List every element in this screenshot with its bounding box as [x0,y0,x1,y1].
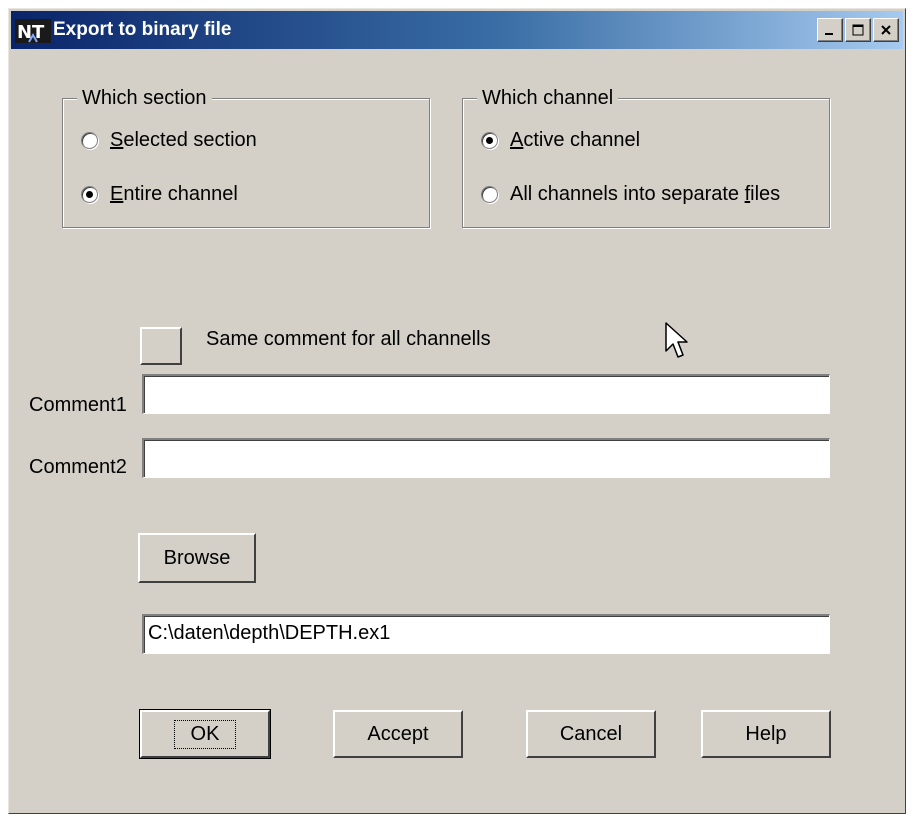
section-group-label: Which section [77,87,212,109]
maximize-button[interactable] [845,18,871,42]
radio-active-channel-label: Active channel [510,129,641,151]
browse-button[interactable]: Browse [138,533,256,583]
minimize-button[interactable] [817,18,843,42]
radio-all-channels[interactable]: All channels into separate files [481,183,780,206]
same-comment-toggle[interactable] [140,327,182,365]
radio-selected-section[interactable]: Selected section [81,129,257,152]
radio-all-channels-label: All channels into separate files [510,183,781,205]
comment1-label: Comment1 [29,394,127,416]
comment1-input[interactable] [142,374,830,414]
radio-selected-section-indicator[interactable] [81,132,98,149]
comment2-input[interactable] [142,438,830,478]
radio-entire-channel[interactable]: Entire channel [81,183,238,206]
cancel-button[interactable]: Cancel [526,710,656,758]
channel-group: Which channel Active channel All channel… [462,87,830,228]
channel-group-label: Which channel [477,87,619,109]
app-logo-icon: N T [15,19,51,43]
export-dialog: N T Export to binary file Which section … [8,8,906,814]
same-comment-label: Same comment for all channells [206,328,491,350]
title-bar[interactable]: N T Export to binary file [11,11,903,49]
radio-active-channel-indicator[interactable] [481,132,498,149]
radio-entire-channel-label: Entire channel [110,183,238,205]
comment2-label: Comment2 [29,456,127,478]
window-title: Export to binary file [53,19,232,40]
ok-button-label: OK [173,719,237,749]
minimize-icon [825,33,833,35]
radio-selected-section-label: Selected section [110,129,257,151]
radio-all-channels-indicator[interactable] [481,186,498,203]
radio-active-channel[interactable]: Active channel [481,129,640,152]
svg-text:T: T [32,22,45,43]
radio-entire-channel-indicator[interactable] [81,186,98,203]
section-group: Which section Selected section Entire ch… [62,87,430,228]
close-icon [881,25,891,35]
ok-button[interactable]: OK [139,709,271,759]
accept-button[interactable]: Accept [333,710,463,758]
file-path-input[interactable]: C:\daten\depth\DEPTH.ex1 [142,614,830,654]
maximize-icon [852,24,864,36]
help-button[interactable]: Help [701,710,831,758]
mouse-cursor-icon [665,322,688,358]
close-button[interactable] [873,18,899,42]
